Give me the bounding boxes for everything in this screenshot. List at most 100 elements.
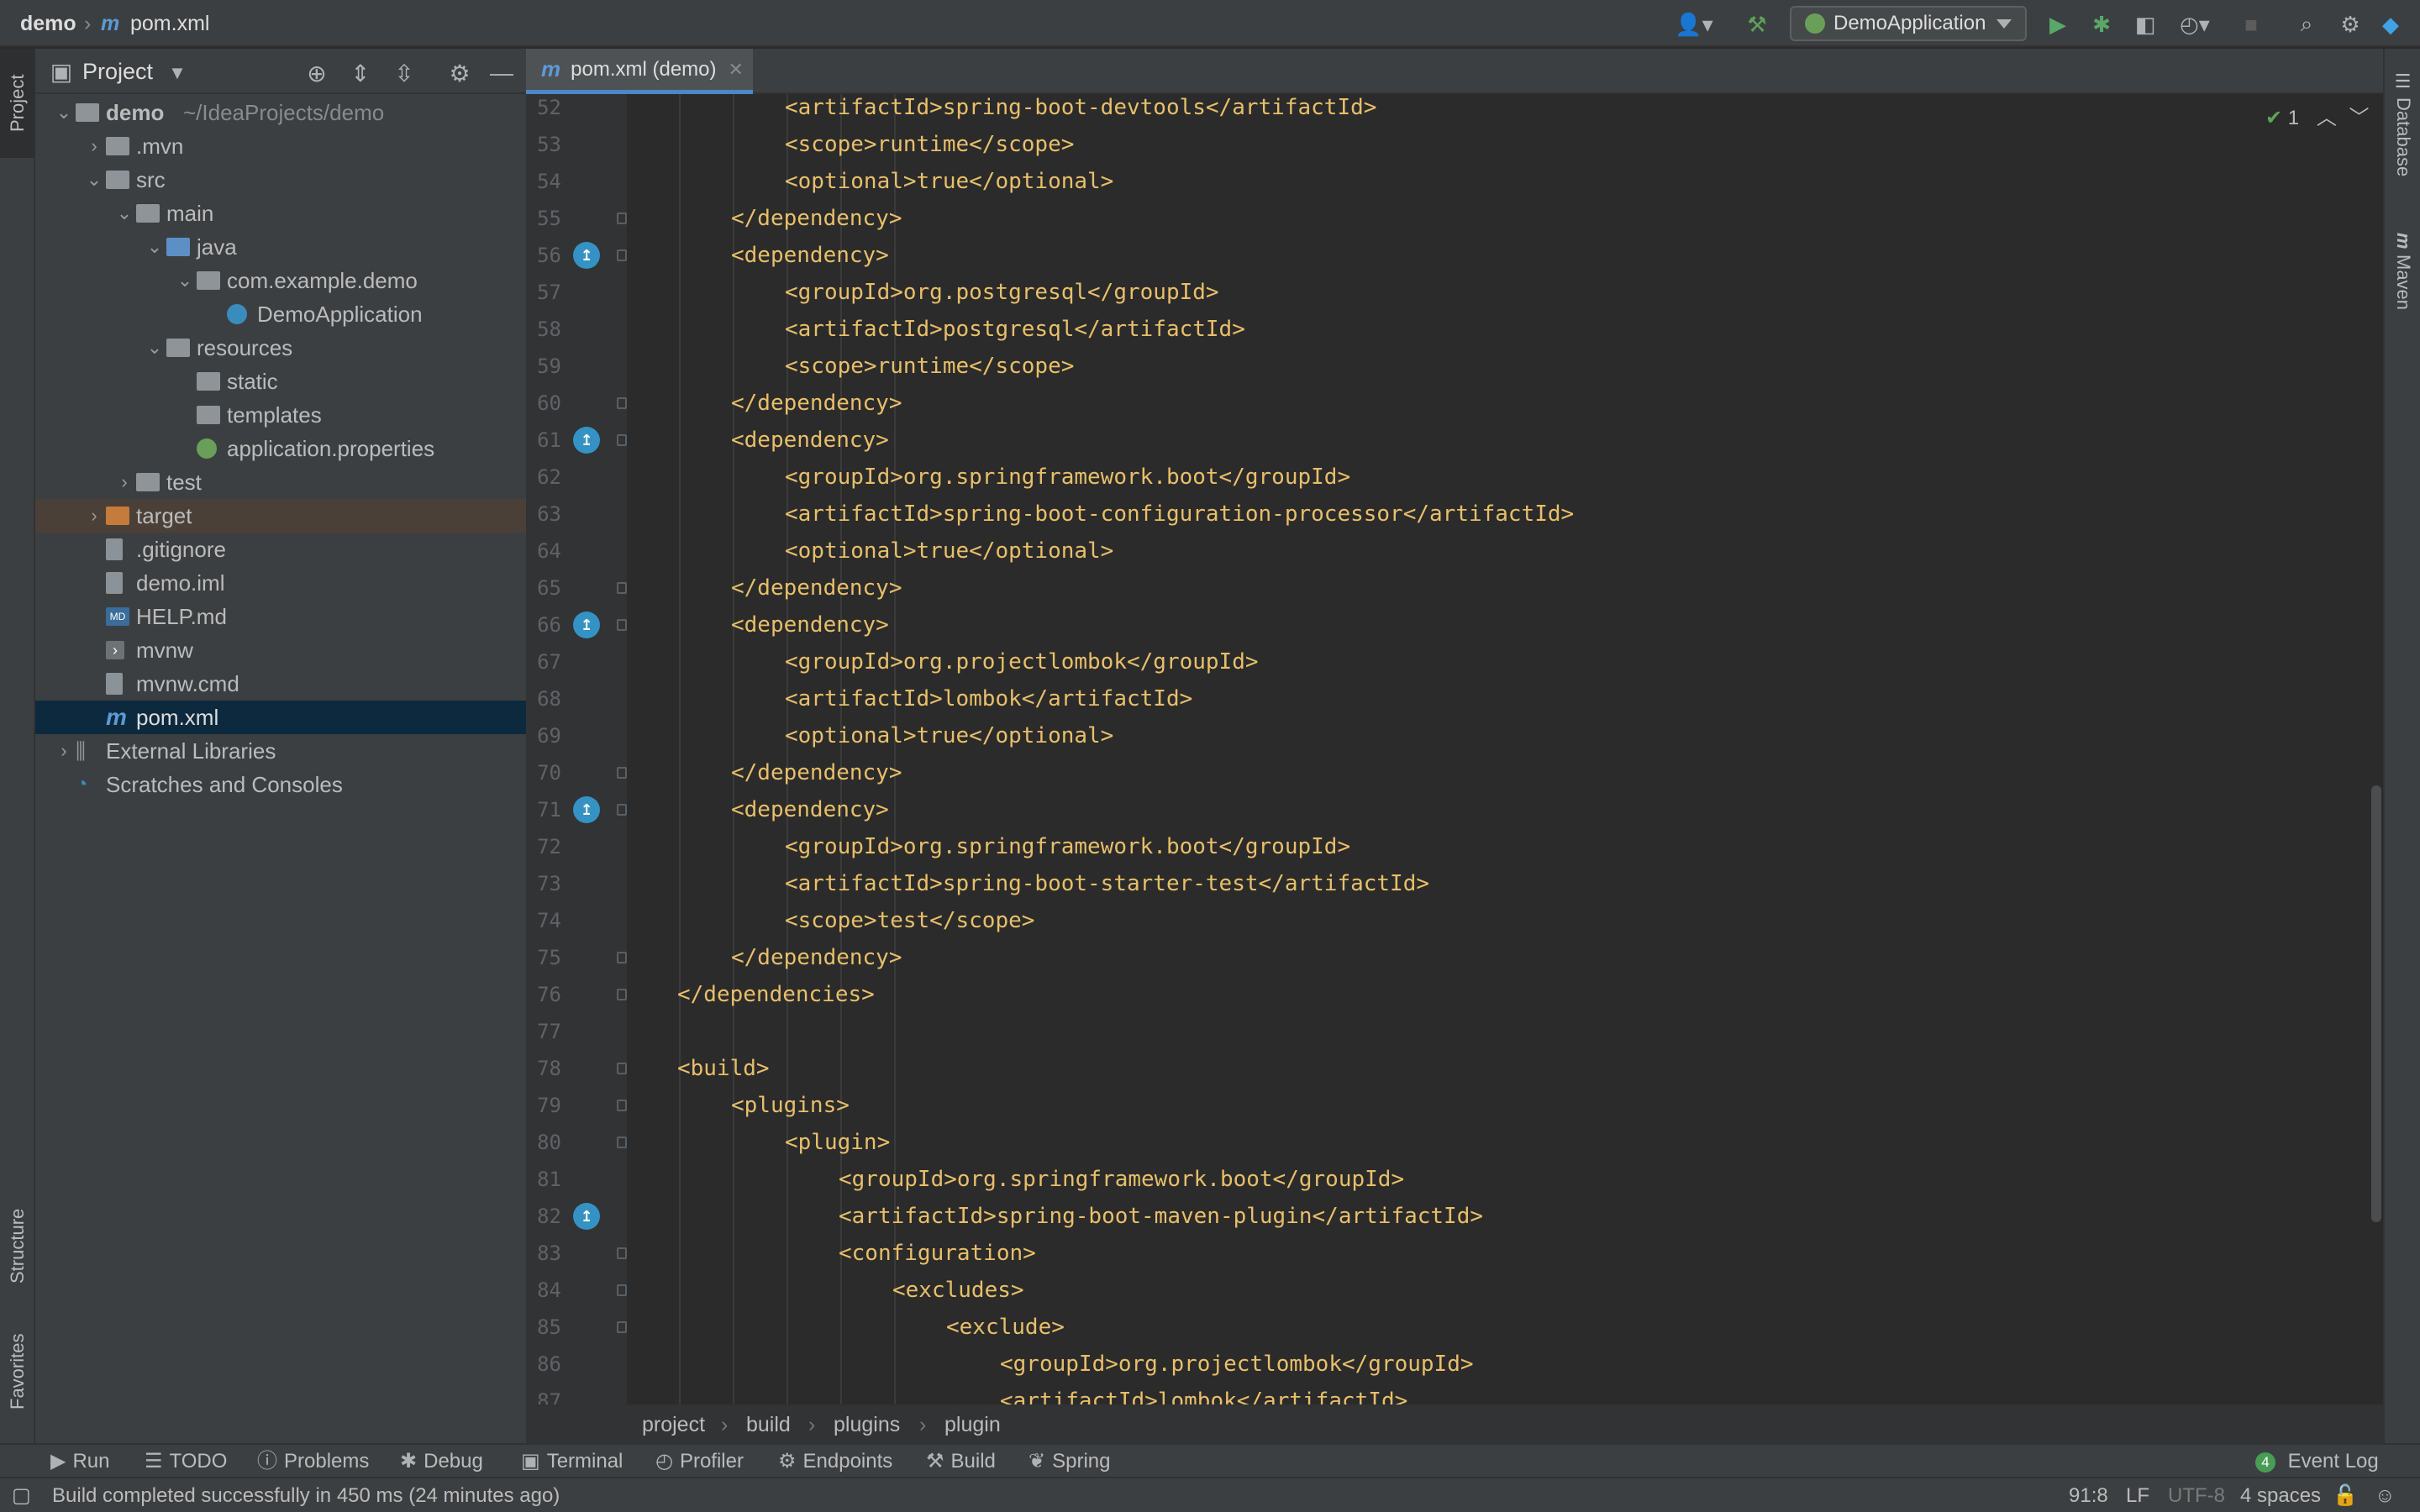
chevron-right-icon[interactable]: › [55,734,72,768]
chevron-down-icon[interactable]: ⌄ [86,163,103,197]
breadcrumb-item[interactable]: plugins [834,1413,900,1437]
chevron-right-icon[interactable]: › [116,465,133,499]
tab-favorites-tool[interactable]: Favorites [0,1309,35,1435]
search-icon[interactable]: ⌕ [2291,8,2323,40]
breadcrumb-item[interactable]: project [642,1413,705,1437]
chevron-right-icon[interactable]: › [86,129,103,163]
tree-item[interactable]: demo.iml [35,566,526,600]
stop-icon[interactable]: ■ [2235,8,2267,40]
fold-marker-icon[interactable] [617,767,627,779]
event-log-button[interactable]: 4 Event Log [2255,1445,2379,1478]
coverage-icon[interactable]: ◧ [2129,8,2161,40]
fold-marker-icon[interactable] [617,582,627,594]
update-dependency-icon[interactable]: ↥ [573,1203,600,1230]
tool-run-button[interactable]: ▶ Run [50,1445,110,1478]
status-message[interactable]: Build completed successfully in 450 ms (… [52,1478,560,1512]
chevron-down-icon[interactable]: ⌄ [116,197,133,230]
user-icon[interactable]: 👤▾ [1670,8,1718,40]
fold-marker-icon[interactable] [617,1063,627,1074]
tool-terminal-button[interactable]: ▣ Terminal [521,1445,623,1478]
locate-icon[interactable]: ⊕ [302,59,331,87]
fold-marker-icon[interactable] [617,213,627,224]
debug-icon[interactable]: ✱ [2086,8,2118,40]
tab-pom-xml[interactable]: m pom.xml (demo) ✕ [526,49,753,94]
hide-icon[interactable]: — [487,59,516,87]
update-dependency-icon[interactable]: ↥ [573,612,600,638]
tree-item[interactable]: application.properties [35,432,526,465]
tree-item[interactable]: mvnw.cmd [35,667,526,701]
chevron-up-icon[interactable]: ︿ [2317,107,2337,129]
hammer-icon[interactable]: ⚒ [1741,8,1773,40]
tree-item[interactable]: › target [35,499,526,533]
tree-item[interactable]: › ⫼ External Libraries [35,734,526,768]
code-editor[interactable]: <artifactId>spring-boot-devtools</artifa… [627,94,2249,1404]
update-dependency-icon[interactable]: ↥ [573,242,600,269]
tree-item[interactable]: .gitignore [35,533,526,566]
tool-endpoints-button[interactable]: ⚙ Endpoints [778,1445,892,1478]
tool-problems-button[interactable]: ⓘ Problems [257,1445,369,1478]
breadcrumb-item[interactable]: plugin [944,1413,1001,1437]
chevron-down-icon[interactable]: ﹀ [2349,107,2369,129]
fold-marker-icon[interactable] [617,249,627,261]
chevron-right-icon[interactable]: › [86,499,103,533]
tool-build-button[interactable]: ⚒ Build [926,1445,996,1478]
run-configuration-select[interactable]: DemoApplication [1790,6,2027,41]
fold-marker-icon[interactable] [617,1247,627,1259]
notifications-icon[interactable]: ☺ [2375,1478,2396,1512]
fold-marker-icon[interactable] [617,1137,627,1148]
fold-marker-icon[interactable] [617,1284,627,1296]
editor-scrollbar[interactable] [2371,785,2381,1222]
gear-icon[interactable]: ⚙ [445,59,474,87]
fold-marker-icon[interactable] [617,989,627,1000]
tree-item[interactable]: › test [35,465,526,499]
collapse-all-icon[interactable]: ⇳ [390,59,418,87]
breadcrumb-project[interactable]: demo [20,0,76,47]
tool-debug-button[interactable]: ✱ Debug [400,1445,483,1478]
chevron-down-icon[interactable]: ⌄ [176,264,193,297]
tree-item[interactable]: m pom.xml [35,701,526,734]
fold-marker-icon[interactable] [617,397,627,409]
tree-item[interactable]: ⌄ main [35,197,526,230]
fold-marker-icon[interactable] [617,619,627,631]
expand-all-icon[interactable]: ⇕ [346,59,375,87]
tree-item[interactable]: ⌄ resources [35,331,526,365]
breadcrumb-file[interactable]: pom.xml [130,0,209,47]
tree-item[interactable]: ◔ Scratches and Consoles [35,768,526,801]
profile-icon[interactable]: ◴▾ [2171,8,2218,40]
tree-item[interactable]: static [35,365,526,398]
panel-toggle-icon[interactable]: ▢ [12,1478,31,1512]
tool-profiler-button[interactable]: ◴ Profiler [655,1445,744,1478]
update-dependency-icon[interactable]: ↥ [573,427,600,454]
gear-icon[interactable]: ⚙ [2334,8,2366,40]
project-panel-title[interactable]: Project [82,59,153,85]
tree-item[interactable]: ⌄ src [35,163,526,197]
tab-maven-tool[interactable]: m Maven [2385,208,2420,334]
tree-item[interactable]: templates [35,398,526,432]
line-separator[interactable]: LF [2126,1478,2149,1512]
tree-item[interactable]: ⌄ java [35,230,526,264]
tree-item[interactable]: › .mvn [35,129,526,163]
file-encoding[interactable]: UTF-8 [2168,1478,2225,1512]
tree-item[interactable]: ⌄ demo ~/IdeaProjects/demo [35,96,526,129]
chevron-down-icon[interactable]: ▼ [163,59,192,87]
chevron-down-icon[interactable]: ⌄ [55,96,72,129]
chevron-down-icon[interactable]: ⌄ [146,230,163,264]
lock-icon[interactable]: 🔓 [2333,1478,2358,1512]
fold-marker-icon[interactable] [617,1321,627,1333]
fold-marker-icon[interactable] [617,952,627,963]
tool-todo-button[interactable]: ☰ TODO [145,1445,227,1478]
fold-marker-icon[interactable] [617,434,627,446]
tab-database-tool[interactable]: ☰ Database [2385,57,2420,192]
tree-item[interactable]: DemoApplication [35,297,526,331]
tree-item[interactable]: › mvnw [35,633,526,667]
chevron-down-icon[interactable]: ⌄ [146,331,163,365]
fold-marker-icon[interactable] [617,1100,627,1111]
run-icon[interactable]: ▶ [2042,8,2074,40]
close-icon[interactable]: ✕ [729,59,744,81]
caret-position[interactable]: 91:8 [2069,1478,2108,1512]
jetbrains-icon[interactable]: ◆ [2375,8,2407,40]
fold-marker-icon[interactable] [617,804,627,816]
tab-structure-tool[interactable]: Structure [0,1166,35,1326]
tree-item[interactable]: ⌄ com.example.demo [35,264,526,297]
tree-item[interactable]: MD HELP.md [35,600,526,633]
